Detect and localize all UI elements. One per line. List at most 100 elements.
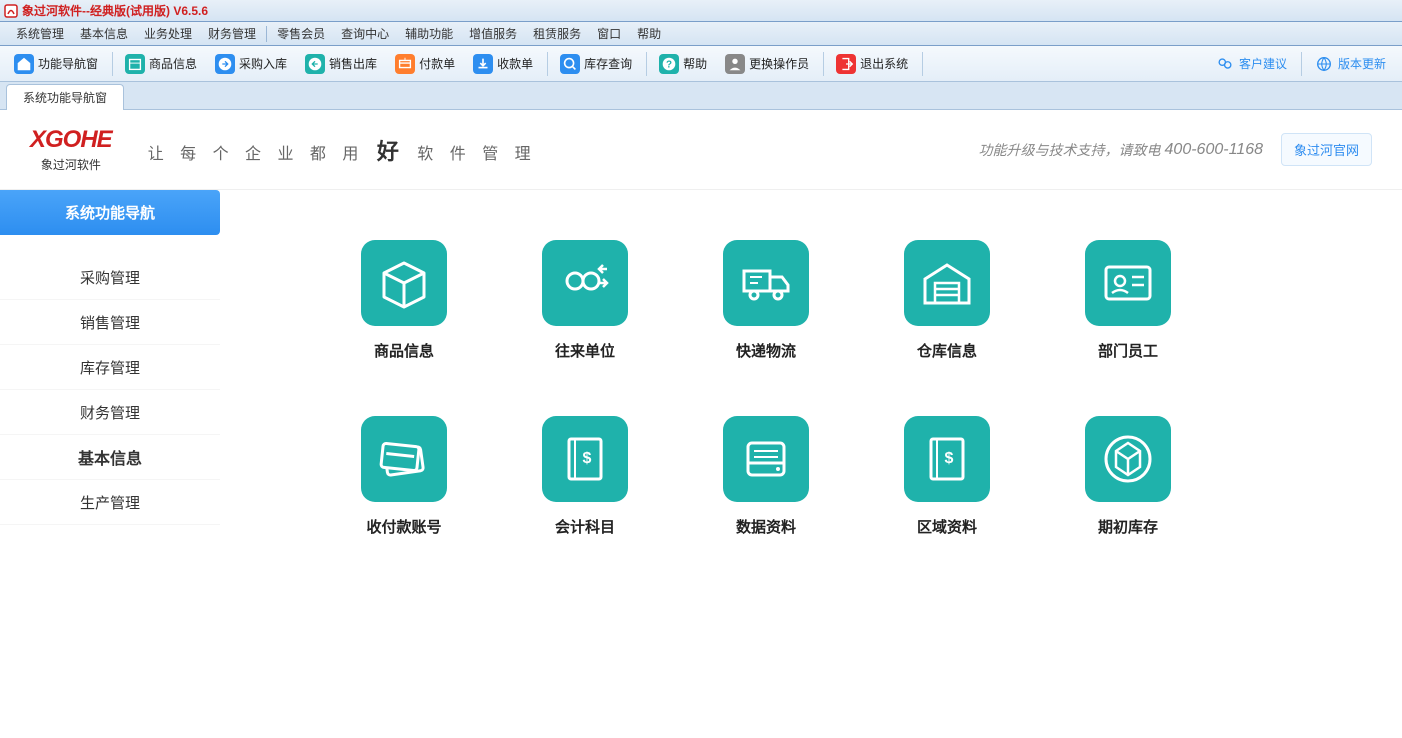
module-数据资料[interactable]: 数据资料 [723, 416, 809, 537]
official-site-link[interactable]: 象过河官网 [1281, 133, 1372, 166]
toolbar-separator [547, 52, 548, 76]
menu-系统管理[interactable]: 系统管理 [8, 22, 72, 45]
toolbar-stock[interactable]: 库存查询 [552, 50, 640, 78]
menu-查询中心[interactable]: 查询中心 [333, 22, 397, 45]
module-label: 期初库存 [1098, 516, 1158, 537]
module-label: 数据资料 [736, 516, 796, 537]
exit-icon [836, 54, 856, 74]
search-icon [560, 54, 580, 74]
page-body: 系统功能导航采购管理销售管理库存管理财务管理基本信息生产管理 商品信息 往来单位 快… [0, 190, 1402, 738]
cube-icon [361, 240, 447, 326]
toolbar-separator [922, 52, 923, 76]
module-label: 区域资料 [917, 516, 977, 537]
tabstrip: 系统功能导航窗 [0, 82, 1402, 110]
toolbar-label: 销售出库 [329, 55, 377, 72]
toolbar-separator [646, 52, 647, 76]
module-label: 快递物流 [736, 340, 796, 361]
toolbar-label: 退出系统 [860, 55, 908, 72]
toolbar-receive[interactable]: 收款单 [465, 50, 541, 78]
menu-增值服务[interactable]: 增值服务 [461, 22, 525, 45]
sidenav-财务管理[interactable]: 财务管理 [0, 390, 220, 435]
content: 商品信息 往来单位 快递物流 仓库信息部门员工收付款账号 $会计科目数据资料 $ 区域资料 期… [220, 190, 1402, 738]
menu-辅助功能[interactable]: 辅助功能 [397, 22, 461, 45]
cube2-icon [1085, 416, 1171, 502]
toolbar-separator [823, 52, 824, 76]
toolbar-separator [112, 52, 113, 76]
page: XGOHE 象过河软件 让 每 个 企 业 都 用 好 软 件 管 理 功能升级… [0, 110, 1402, 738]
module-收付款账号[interactable]: 收付款账号 [361, 416, 447, 537]
toolbar-switch[interactable]: 更换操作员 [717, 50, 817, 78]
module-部门员工[interactable]: 部门员工 [1085, 240, 1171, 361]
toolbar-label: 帮助 [683, 55, 707, 72]
module-仓库信息[interactable]: 仓库信息 [904, 240, 990, 361]
menu-基本信息[interactable]: 基本信息 [72, 22, 136, 45]
sidenav-基本信息[interactable]: 基本信息 [0, 435, 220, 480]
toolbar-label: 客户建议 [1239, 55, 1287, 72]
logo-sub: 象过河软件 [41, 156, 101, 173]
sidenav-库存管理[interactable]: 库存管理 [0, 345, 220, 390]
toolbar-nav[interactable]: 功能导航窗 [6, 50, 106, 78]
toolbar-update[interactable]: 版本更新 [1306, 50, 1394, 78]
toolbar-pay[interactable]: 付款单 [387, 50, 463, 78]
globe-icon [1314, 54, 1334, 74]
toolbar-exit[interactable]: 退出系统 [828, 50, 916, 78]
receive-icon [473, 54, 493, 74]
toolbar-suggest[interactable]: 客户建议 [1207, 50, 1295, 78]
toolbar-purchase[interactable]: 采购入库 [207, 50, 295, 78]
module-往来单位[interactable]: 往来单位 [542, 240, 628, 361]
toolbar-label: 收款单 [497, 55, 533, 72]
window-title: 象过河软件--经典版(试用版) V6.5.6 [22, 2, 208, 19]
slogan: 让 每 个 企 业 都 用 好 软 件 管 理 [148, 134, 537, 166]
sidenav-销售管理[interactable]: 销售管理 [0, 300, 220, 345]
logo-brand: XGOHE [30, 126, 112, 154]
module-期初库存[interactable]: 期初库存 [1085, 416, 1171, 537]
menu-财务管理[interactable]: 财务管理 [200, 22, 264, 45]
sidenav-采购管理[interactable]: 采购管理 [0, 255, 220, 300]
svg-text:?: ? [666, 59, 672, 70]
module-快递物流[interactable]: 快递物流 [723, 240, 809, 361]
toolbar-separator [1301, 52, 1302, 76]
book-icon: $ [542, 416, 628, 502]
toolbar-label: 更换操作员 [749, 55, 809, 72]
module-label: 收付款账号 [366, 516, 441, 537]
menu-窗口[interactable]: 窗口 [589, 22, 629, 45]
support-phone: 400-600-1168 [1165, 141, 1263, 159]
module-label: 商品信息 [374, 340, 434, 361]
module-商品信息[interactable]: 商品信息 [361, 240, 447, 361]
module-label: 部门员工 [1098, 340, 1158, 361]
menu-separator [266, 26, 267, 42]
svg-text:$: $ [945, 450, 954, 467]
suggest-icon [1215, 54, 1235, 74]
tab-nav[interactable]: 系统功能导航窗 [6, 84, 124, 110]
module-会计科目[interactable]: $会计科目 [542, 416, 628, 537]
toolbar-label: 采购入库 [239, 55, 287, 72]
sidenav-生产管理[interactable]: 生产管理 [0, 480, 220, 525]
support-text: 功能升级与技术支持，请致电 [979, 140, 1161, 160]
toolbar-goods[interactable]: 商品信息 [117, 50, 205, 78]
toolbar-label: 商品信息 [149, 55, 197, 72]
page-header: XGOHE 象过河软件 让 每 个 企 业 都 用 好 软 件 管 理 功能升级… [0, 110, 1402, 190]
sidenav: 系统功能导航采购管理销售管理库存管理财务管理基本信息生产管理 [0, 190, 220, 738]
arrow-out-icon [305, 54, 325, 74]
svg-text:$: $ [583, 450, 592, 467]
module-区域资料[interactable]: $ 区域资料 [904, 416, 990, 537]
idcard-icon [1085, 240, 1171, 326]
module-label: 往来单位 [555, 340, 615, 361]
card-icon [361, 416, 447, 502]
menu-帮助[interactable]: 帮助 [629, 22, 669, 45]
disk-icon [723, 416, 809, 502]
menu-零售会员[interactable]: 零售会员 [269, 22, 333, 45]
sidenav-系统功能导航[interactable]: 系统功能导航 [0, 190, 220, 235]
menu-租赁服务[interactable]: 租赁服务 [525, 22, 589, 45]
toolbar-sale[interactable]: 销售出库 [297, 50, 385, 78]
menu-业务处理[interactable]: 业务处理 [136, 22, 200, 45]
toolbar-label: 付款单 [419, 55, 455, 72]
toolbar-label: 版本更新 [1338, 55, 1386, 72]
arrow-in-icon [215, 54, 235, 74]
slogan-big: 好 [377, 139, 405, 164]
home-icon [14, 54, 34, 74]
help-icon: ? [659, 54, 679, 74]
module-grid: 商品信息 往来单位 快递物流 仓库信息部门员工收付款账号 $会计科目数据资料 $ 区域资料 期… [361, 240, 1261, 537]
toolbar-help[interactable]: ? 帮助 [651, 50, 715, 78]
warehouse-icon [904, 240, 990, 326]
